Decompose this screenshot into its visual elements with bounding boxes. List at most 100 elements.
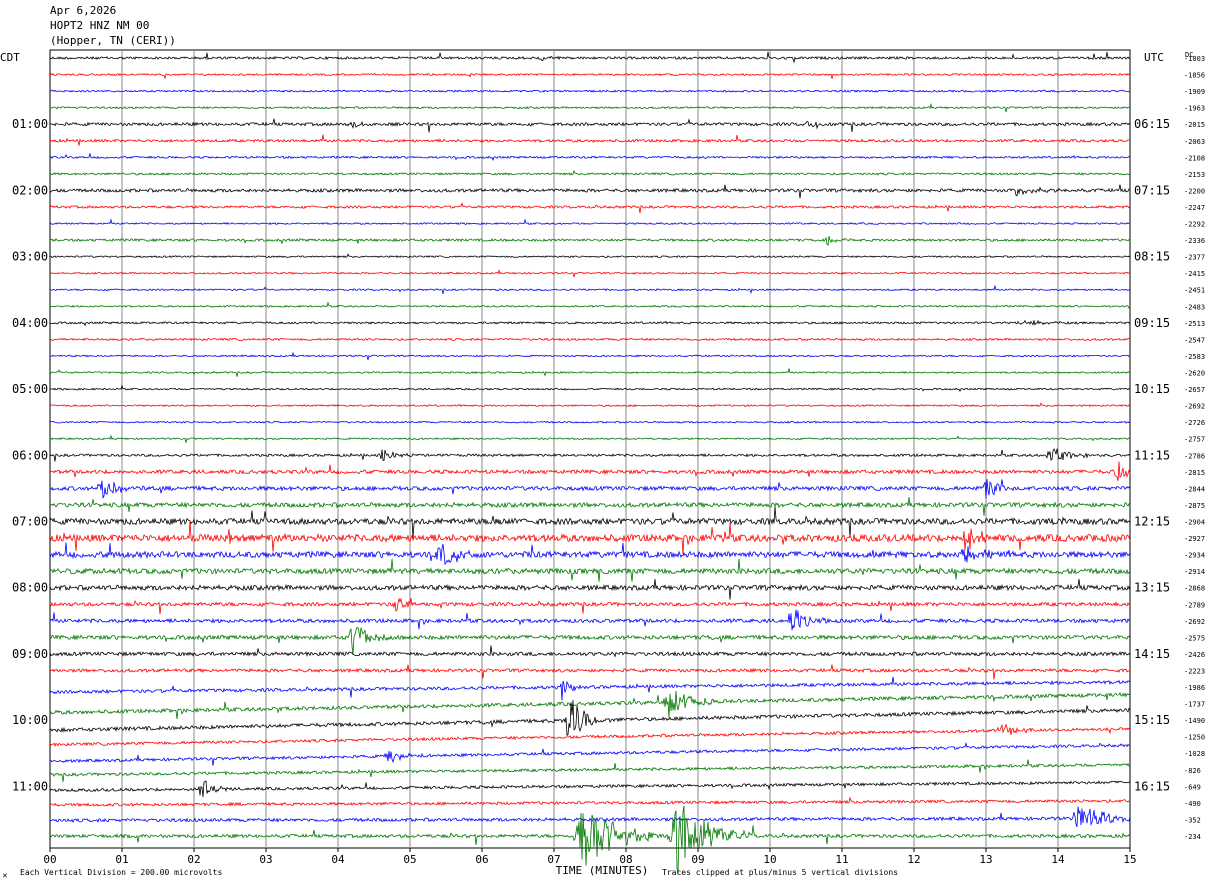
dc-value: -2336 [1184, 237, 1205, 245]
dc-value: -2583 [1184, 353, 1205, 361]
seismic-trace [49, 609, 1131, 631]
x-tick-label: 00 [43, 853, 56, 866]
x-tick-label: 05 [403, 853, 416, 866]
dc-value: -2223 [1184, 667, 1205, 675]
x-tick-label: 09 [691, 853, 704, 866]
x-tick-label: 15 [1123, 853, 1136, 866]
seismic-trace [49, 496, 1131, 516]
cdt-hour-label: 07:00 [12, 514, 48, 528]
seismic-trace [49, 479, 1131, 500]
seismic-trace [49, 645, 1131, 658]
seismic-trace [50, 319, 1131, 327]
seismic-trace [49, 351, 1131, 360]
dc-value: -2415 [1184, 270, 1205, 278]
dc-value: -2934 [1184, 552, 1205, 560]
dc-value: -2451 [1184, 287, 1205, 295]
x-tick-label: 14 [1051, 853, 1065, 866]
dc-value: -649 [1184, 783, 1201, 791]
dc-value: -2692 [1184, 618, 1205, 626]
utc-hour-label: 16:15 [1134, 779, 1170, 793]
seismic-trace [49, 51, 1131, 64]
dc-value: -2757 [1184, 436, 1205, 444]
seismic-trace [49, 741, 1130, 766]
dc-value: -2513 [1184, 320, 1205, 328]
x-tick-label: 06 [475, 853, 488, 866]
dc-value: -2657 [1184, 386, 1205, 394]
seismic-trace [49, 723, 1131, 747]
dc-value: -2377 [1184, 254, 1205, 262]
seismic-trace [49, 202, 1131, 214]
cdt-hour-label: 04:00 [12, 316, 48, 330]
scale-note: Each Vertical Division = 200.00 microvol… [20, 868, 222, 877]
dc-value: -490 [1184, 800, 1201, 808]
dc-value: -2815 [1184, 469, 1205, 477]
utc-hour-label: 10:15 [1134, 382, 1170, 396]
dc-value: -234 [1184, 833, 1201, 841]
dc-value: -2292 [1184, 221, 1205, 229]
seismic-trace [49, 434, 1131, 443]
dc-value: -2200 [1184, 187, 1205, 195]
dc-value: -2483 [1184, 303, 1205, 311]
dc-value: -2786 [1184, 452, 1205, 460]
dc-value: -352 [1184, 816, 1201, 824]
seismic-trace [49, 301, 1131, 309]
seismic-trace [49, 597, 1131, 615]
seismic-trace [49, 118, 1131, 133]
dc-value: -1963 [1184, 105, 1205, 113]
dc-value: -2015 [1184, 121, 1205, 129]
seismic-trace [49, 542, 1131, 566]
seismic-trace [49, 558, 1131, 582]
x-tick-label: 02 [187, 853, 200, 866]
cdt-hour-label: 02:00 [12, 183, 48, 197]
dc-value: -1737 [1184, 701, 1205, 709]
seismic-trace [49, 184, 1131, 199]
seismic-trace [49, 102, 1131, 113]
dc-value: -2914 [1184, 568, 1205, 576]
dc-value: -1986 [1184, 684, 1205, 692]
cdt-hour-label: 01:00 [12, 117, 48, 131]
dc-value: -2844 [1184, 485, 1205, 493]
seismic-trace [49, 420, 1131, 424]
seismic-trace [49, 72, 1131, 80]
cdt-hour-label: 11:00 [12, 779, 48, 793]
seismic-trace [49, 268, 1130, 278]
dc-value: -2868 [1184, 585, 1205, 593]
x-tick-label: 13 [979, 853, 992, 866]
utc-hour-label: 11:15 [1134, 448, 1170, 462]
dc-value: -2692 [1184, 403, 1205, 411]
dc-value: -1803 [1184, 55, 1205, 63]
cdt-hour-label: 10:00 [12, 713, 48, 727]
seismic-trace [49, 169, 1131, 176]
utc-hour-label: 06:15 [1134, 117, 1170, 131]
dc-value: -826 [1184, 767, 1201, 775]
dc-value: -2927 [1184, 535, 1205, 543]
dc-value: -1856 [1184, 72, 1205, 80]
dc-value: -2108 [1184, 154, 1205, 162]
seismic-trace [49, 796, 1131, 807]
utc-label: UTC [1144, 51, 1164, 64]
cdt-hour-label: 03:00 [12, 250, 48, 264]
dc-value: -2426 [1184, 651, 1205, 659]
utc-hour-label: 15:15 [1134, 713, 1170, 727]
cdt-label: CDT [0, 51, 20, 64]
dc-value: -2575 [1184, 634, 1205, 642]
seismic-trace [49, 253, 1131, 259]
seismic-trace [49, 218, 1131, 225]
seismic-trace [49, 236, 1131, 246]
seismic-trace [49, 153, 1131, 161]
dc-value: -2063 [1184, 138, 1205, 146]
dc-value: -2875 [1184, 502, 1205, 510]
dc-value: -1490 [1184, 717, 1205, 725]
utc-hour-label: 14:15 [1134, 647, 1170, 661]
utc-hour-label: 08:15 [1134, 250, 1170, 264]
dc-value: -2726 [1184, 419, 1205, 427]
seismic-trace [49, 626, 1131, 654]
dc-value: -1028 [1184, 750, 1205, 758]
seismic-trace [49, 461, 1131, 481]
utc-hour-label: 13:15 [1134, 581, 1170, 595]
cdt-hour-label: 05:00 [12, 382, 48, 396]
axis-labels: 01:00 02:00 03:00 04:00 05:00 06:00 07:00 08:00… [0, 51, 1205, 880]
dc-value: -1909 [1184, 88, 1205, 96]
x-tick-label: 01 [115, 853, 128, 866]
seismic-trace [49, 337, 1131, 342]
